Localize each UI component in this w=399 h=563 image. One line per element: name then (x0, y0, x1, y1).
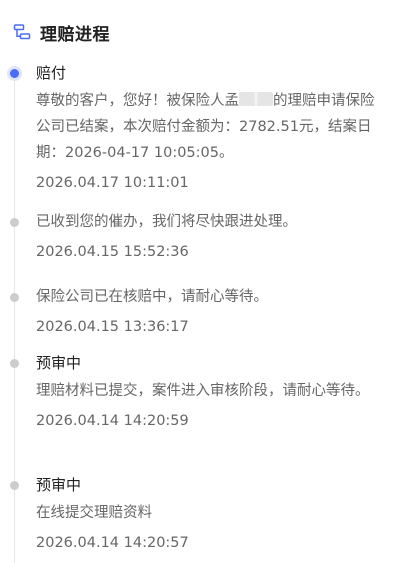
description-text: 尊敬的客户，您好！被保险人孟 (36, 93, 239, 109)
timeline-content: 预审中 理赔材料已提交，案件进入审核阶段，请耐心等待。 2026.04.14 1… (36, 352, 381, 432)
timeline-dot (10, 481, 19, 490)
timeline-title: 预审中 (36, 476, 82, 494)
timeline-timestamp: 2026.04.14 14:20:57 (36, 535, 189, 551)
timeline-content: 已收到您的催办，我们将尽快跟进处理。 2026.04.15 15:52:36 (36, 209, 381, 263)
timeline-description: 在线提交理赔资料 (36, 505, 152, 521)
timeline-dot (10, 293, 19, 302)
timeline-timestamp: 2026.04.15 13:36:17 (36, 319, 189, 335)
timeline-title: 预审中 (36, 354, 82, 372)
timeline-timestamp: 2026.04.17 10:11:01 (36, 175, 189, 191)
timeline-description: 尊敬的客户，您好！被保险人孟 的理赔申请保险公司已结案，本次赔付金额为：2782.… (36, 88, 381, 166)
timeline-timestamp: 2026.04.14 14:20:59 (36, 413, 189, 429)
timeline-title: 赔付 (36, 64, 67, 82)
timeline-content: 赔付 尊敬的客户，您好！被保险人孟 的理赔申请保险公司已结案，本次赔付金额为：27… (36, 62, 381, 194)
timeline-dot (10, 359, 19, 368)
timeline-timestamp: 2026.04.15 15:52:36 (36, 244, 189, 260)
process-flow-icon (12, 22, 32, 42)
timeline-dot-active (10, 69, 19, 78)
section-header: 理赔进程 (12, 18, 110, 46)
timeline-content: 预审中 在线提交理赔资料 2026.04.14 14:20:57 (36, 474, 381, 554)
timeline-content: 保险公司已在核赔中，请耐心等待。 2026.04.15 13:36:17 (36, 284, 381, 338)
timeline-description: 已收到您的催办，我们将尽快跟进处理。 (36, 214, 297, 230)
timeline-description: 理赔材料已提交，案件进入审核阶段，请耐心等待。 (36, 383, 370, 399)
timeline-description: 保险公司已在核赔中，请耐心等待。 (36, 289, 268, 305)
timeline-dot (10, 218, 19, 227)
section-title: 理赔进程 (40, 24, 110, 45)
masked-name (239, 92, 273, 106)
